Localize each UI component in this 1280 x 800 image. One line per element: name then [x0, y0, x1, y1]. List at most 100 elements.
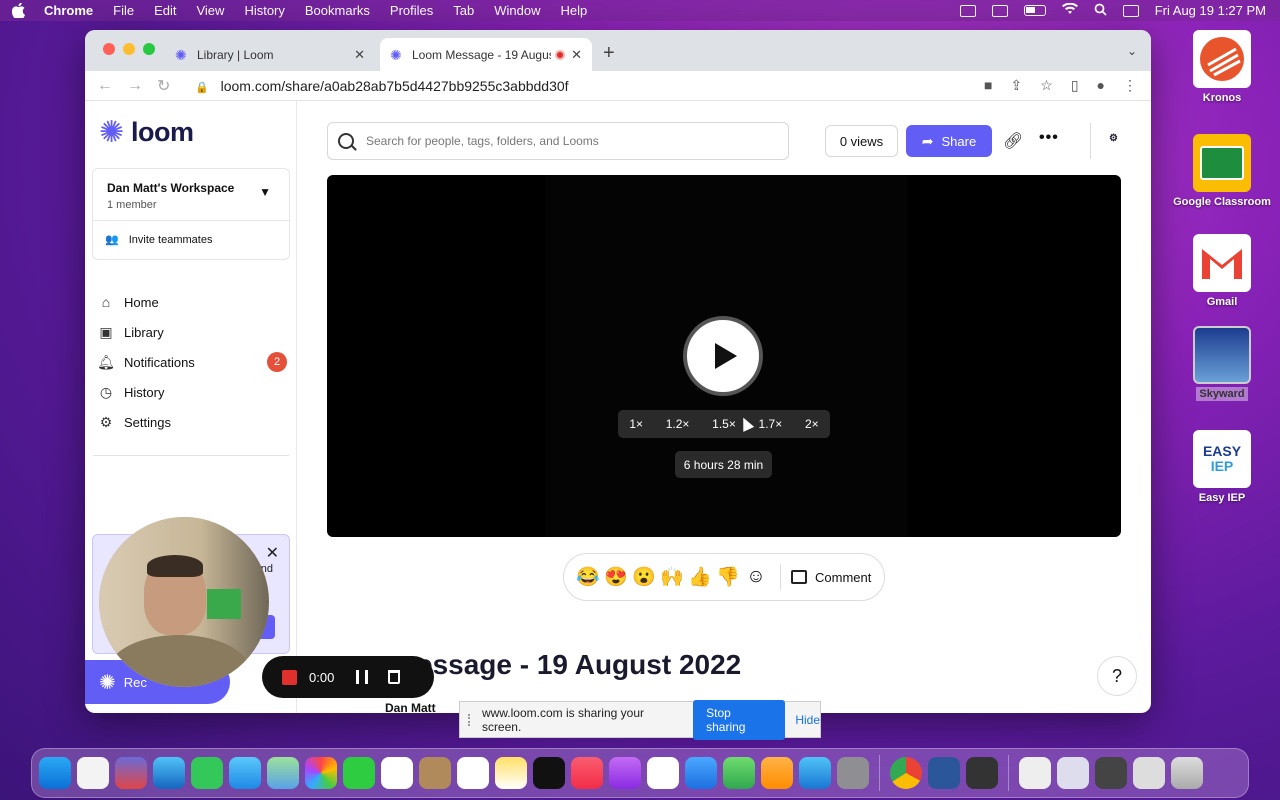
- views-button[interactable]: 0 views: [825, 125, 898, 157]
- drag-handle-icon[interactable]: [468, 713, 474, 726]
- battery-icon[interactable]: [1023, 5, 1046, 16]
- launchpad-icon[interactable]: [115, 757, 147, 789]
- speed-option[interactable]: 1×: [629, 417, 643, 431]
- menu-file[interactable]: File: [113, 3, 134, 18]
- profile-icon[interactable]: ●: [1097, 77, 1105, 94]
- music-icon[interactable]: [571, 757, 603, 789]
- menu-edit[interactable]: Edit: [154, 3, 176, 18]
- camera-bubble[interactable]: [99, 517, 269, 687]
- mail-icon[interactable]: [229, 757, 261, 789]
- stop-recording-button[interactable]: [282, 669, 297, 685]
- document-icon[interactable]: [1019, 757, 1051, 789]
- reaction-thumbs-down[interactable]: 👎: [714, 565, 742, 589]
- desktop-icon-easy-iep[interactable]: EASY IEP Easy IEP: [1172, 430, 1272, 504]
- reaction-raised-hands[interactable]: 🙌: [658, 565, 686, 589]
- menu-profiles[interactable]: Profiles: [390, 3, 433, 18]
- close-tab-icon[interactable]: ✕: [354, 47, 365, 63]
- wifi-icon[interactable]: [1061, 2, 1078, 18]
- loom-logo[interactable]: ✺ loom: [99, 117, 194, 148]
- menu-bookmarks[interactable]: Bookmarks: [305, 3, 370, 18]
- speed-option[interactable]: 1.7×: [759, 417, 783, 431]
- app-icon[interactable]: [966, 757, 998, 789]
- zoom-window-button[interactable]: [143, 43, 155, 55]
- minimize-window-button[interactable]: [123, 43, 135, 55]
- comment-button[interactable]: Comment: [791, 570, 871, 585]
- reload-icon[interactable]: ↻: [157, 76, 170, 96]
- back-arrow-icon[interactable]: ←: [97, 77, 113, 95]
- pages-icon[interactable]: [761, 757, 793, 789]
- window-thumbnail-icon[interactable]: [1095, 757, 1127, 789]
- search-bar[interactable]: [327, 122, 789, 160]
- messages-icon[interactable]: [191, 757, 223, 789]
- tab-search-chevron-icon[interactable]: ⌄: [1127, 44, 1137, 58]
- chrome-menu-icon[interactable]: ⋮: [1123, 77, 1137, 94]
- close-window-button[interactable]: [103, 43, 115, 55]
- bookmark-star-icon[interactable]: ☆: [1040, 77, 1053, 94]
- menu-tab[interactable]: Tab: [453, 3, 474, 18]
- desktop-icon-google-classroom[interactable]: Google Classroom: [1172, 134, 1272, 208]
- speed-option[interactable]: 1.5×: [712, 417, 736, 431]
- safari-icon[interactable]: [153, 757, 185, 789]
- podcasts-icon[interactable]: [609, 757, 641, 789]
- keynote-icon[interactable]: [685, 757, 717, 789]
- word-icon[interactable]: [928, 757, 960, 789]
- notes-icon[interactable]: [495, 757, 527, 789]
- menu-view[interactable]: View: [196, 3, 224, 18]
- finder-icon[interactable]: [39, 757, 71, 789]
- side-panel-icon[interactable]: ▯: [1071, 77, 1079, 94]
- stop-sharing-button[interactable]: Stop sharing: [693, 699, 786, 740]
- forward-arrow-icon[interactable]: →: [127, 77, 143, 95]
- desktop-icon-skyward[interactable]: Skyward: [1172, 326, 1272, 401]
- tab-loom-message[interactable]: ✺ Loom Message - 19 August 2022 ✕: [380, 38, 592, 71]
- org-logo-icon[interactable]: ⚙︎: [1109, 133, 1133, 151]
- share-page-icon[interactable]: ⇪: [1011, 77, 1023, 94]
- reaction-surprised[interactable]: 😮: [630, 565, 658, 589]
- desktop-icon-kronos[interactable]: Kronos: [1172, 30, 1272, 104]
- news-icon[interactable]: [647, 757, 679, 789]
- menu-window[interactable]: Window: [494, 3, 540, 18]
- maps-icon[interactable]: [267, 757, 299, 789]
- trash-icon[interactable]: [1171, 757, 1203, 789]
- camera-icon[interactable]: ■: [984, 77, 992, 94]
- chevron-down-icon[interactable]: ▼: [259, 185, 271, 199]
- menu-history[interactable]: History: [244, 3, 284, 18]
- menu-help[interactable]: Help: [561, 3, 588, 18]
- menubar-clock[interactable]: Fri Aug 19 1:27 PM: [1155, 3, 1266, 18]
- search-input[interactable]: [366, 134, 766, 148]
- help-button[interactable]: ?: [1097, 656, 1137, 696]
- hide-button[interactable]: Hide: [795, 713, 820, 727]
- sidebar-item-home[interactable]: ⌂ Home: [97, 287, 287, 317]
- apple-icon[interactable]: [12, 3, 26, 19]
- status-app-icon[interactable]: [959, 4, 976, 17]
- address-bar[interactable]: 🔒 loom.com/share/a0ab28ab7b5d4427bb9255c…: [195, 78, 569, 94]
- status-display-icon[interactable]: [991, 4, 1008, 17]
- window-thumbnail-icon[interactable]: [1133, 757, 1165, 789]
- desktop-icon-gmail[interactable]: Gmail: [1172, 234, 1272, 308]
- reaction-laugh[interactable]: 😂: [574, 565, 602, 589]
- app-store-icon[interactable]: [799, 757, 831, 789]
- reaction-heart-eyes[interactable]: 😍: [602, 565, 630, 589]
- new-tab-button[interactable]: +: [603, 42, 615, 65]
- invite-teammates-button[interactable]: 👥 Invite teammates: [105, 233, 212, 247]
- play-button[interactable]: [683, 316, 763, 396]
- menu-app-chrome[interactable]: Chrome: [44, 3, 93, 18]
- speed-option[interactable]: 1.2×: [666, 417, 690, 431]
- system-preferences-icon[interactable]: [837, 757, 869, 789]
- sidebar-item-library[interactable]: ▣ Library: [97, 317, 287, 347]
- trash-icon[interactable]: [388, 670, 401, 684]
- sidebar-item-notifications[interactable]: 🔔︎ Notifications 2: [97, 347, 287, 377]
- tab-library[interactable]: ✺ Library | Loom ✕: [165, 38, 375, 71]
- screenshot-icon[interactable]: [1057, 757, 1089, 789]
- chrome-icon[interactable]: [890, 757, 922, 789]
- numbers-icon[interactable]: [723, 757, 755, 789]
- slack-icon[interactable]: [77, 757, 109, 789]
- contacts-icon[interactable]: [419, 757, 451, 789]
- facetime-icon[interactable]: [343, 757, 375, 789]
- copy-link-icon[interactable]: 🔗︎: [1003, 131, 1023, 151]
- sidebar-item-history[interactable]: ◷ History: [97, 377, 287, 407]
- reaction-thumbs-up[interactable]: 👍: [686, 565, 714, 589]
- share-button[interactable]: ➦ Share: [906, 125, 992, 157]
- photos-icon[interactable]: [305, 757, 337, 789]
- control-center-icon[interactable]: [1122, 4, 1139, 17]
- video-owner[interactable]: Dan Matt: [385, 701, 436, 713]
